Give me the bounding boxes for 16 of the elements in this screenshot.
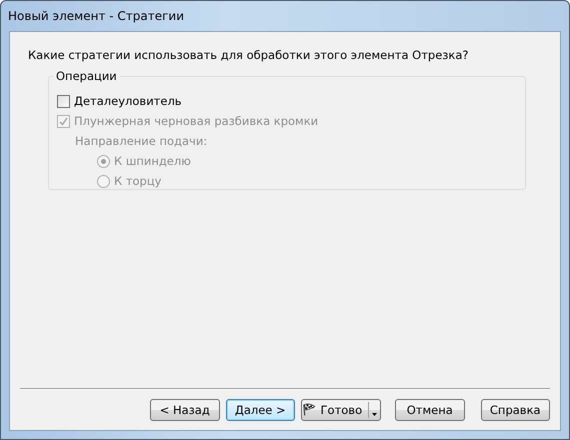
dialog-button[interactable]: Далее >: [226, 399, 295, 421]
caret-icon: [372, 413, 378, 416]
radio-label: К торцу: [114, 174, 162, 188]
checkered-flag-icon: [302, 403, 317, 417]
window-title: Новый элемент - Стратегии: [8, 9, 184, 23]
checkbox-label: Деталеуловитель: [74, 94, 182, 108]
dialog-button[interactable]: Готово: [301, 399, 381, 421]
dialog-button[interactable]: < Назад: [150, 399, 220, 421]
radio-label: К шпинделю: [114, 154, 191, 168]
checkbox[interactable]: [57, 94, 70, 108]
dialog-button[interactable]: Справка: [480, 399, 550, 421]
feed-direction-label: Направление подачи:: [75, 134, 208, 148]
group-title: Операции: [53, 69, 120, 83]
dialog-button[interactable]: Отмена: [395, 399, 464, 421]
question-text: Какие стратегии использовать для обработки этого элемента Отрезка?: [28, 48, 470, 62]
checkbox-label: Плунжерная черновая разбивка кромки: [74, 114, 318, 128]
